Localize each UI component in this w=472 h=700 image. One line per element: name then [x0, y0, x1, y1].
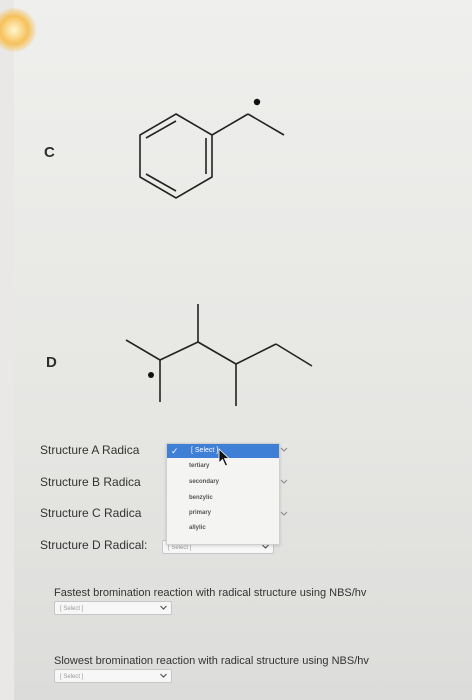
question-page: C D Structure A Radica Structure B Radic… — [0, 0, 472, 700]
structure-d-molecule — [125, 304, 313, 406]
menu-option-allylic[interactable]: allylic — [189, 525, 206, 531]
check-icon: ✓ — [171, 446, 179, 456]
slowest-select[interactable]: [ Select ] — [54, 669, 172, 683]
structure-c-row-label: Structure C Radica — [40, 506, 142, 520]
structure-b-label: Structure B Radica — [40, 475, 141, 489]
select-value: [ Select ] — [60, 606, 84, 612]
menu-option-secondary[interactable]: secondary — [189, 479, 219, 485]
menu-option-label: [ Select ] — [191, 447, 219, 454]
structure-c-molecule — [139, 98, 285, 199]
select-value: [ Select ] — [168, 545, 192, 551]
radical-dot — [148, 372, 154, 378]
menu-option-benzylic[interactable]: benzylic — [189, 495, 213, 501]
fastest-select[interactable]: [ Select ] — [54, 601, 172, 615]
chevron-down-icon — [160, 673, 167, 678]
structure-d-label: D — [46, 354, 57, 371]
menu-option-tertiary[interactable]: tertiary — [189, 463, 209, 469]
mouse-pointer-icon — [218, 448, 231, 467]
fastest-question-text: Fastest bromination reaction with radica… — [54, 587, 367, 599]
slowest-question-text: Slowest bromination reaction with radica… — [54, 655, 369, 667]
chevron-down-icon — [160, 605, 167, 610]
structure-d-row-label: Structure D Radical: — [40, 538, 148, 552]
lens-glare — [0, 8, 36, 52]
select-value: [ Select ] — [60, 674, 84, 680]
structure-c-label: C — [44, 144, 55, 161]
structure-a-label: Structure A Radica — [40, 443, 140, 457]
menu-option-primary[interactable]: primary — [189, 510, 211, 516]
radical-dot — [253, 98, 261, 106]
